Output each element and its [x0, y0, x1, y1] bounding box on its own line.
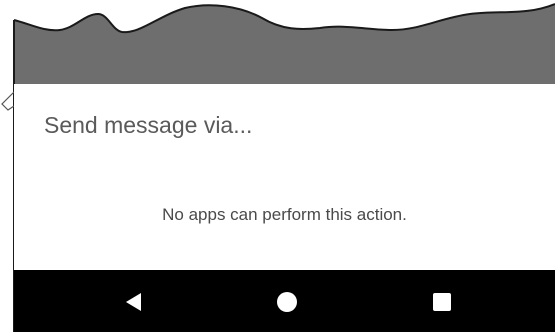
dimmed-scrim — [14, 4, 555, 84]
share-dialog: Send message via... No apps can perform … — [14, 84, 555, 270]
back-triangle-icon — [126, 293, 141, 311]
dialog-title: Send message via... — [44, 112, 253, 138]
recents-button[interactable] — [430, 290, 454, 314]
home-button[interactable] — [275, 290, 299, 314]
recents-square-icon — [433, 293, 451, 311]
home-circle-icon — [277, 292, 297, 312]
phone-screen: Send message via... No apps can perform … — [0, 0, 555, 332]
back-button[interactable] — [122, 290, 146, 314]
navigation-bar — [14, 270, 555, 332]
empty-state-message: No apps can perform this action. — [162, 205, 407, 224]
